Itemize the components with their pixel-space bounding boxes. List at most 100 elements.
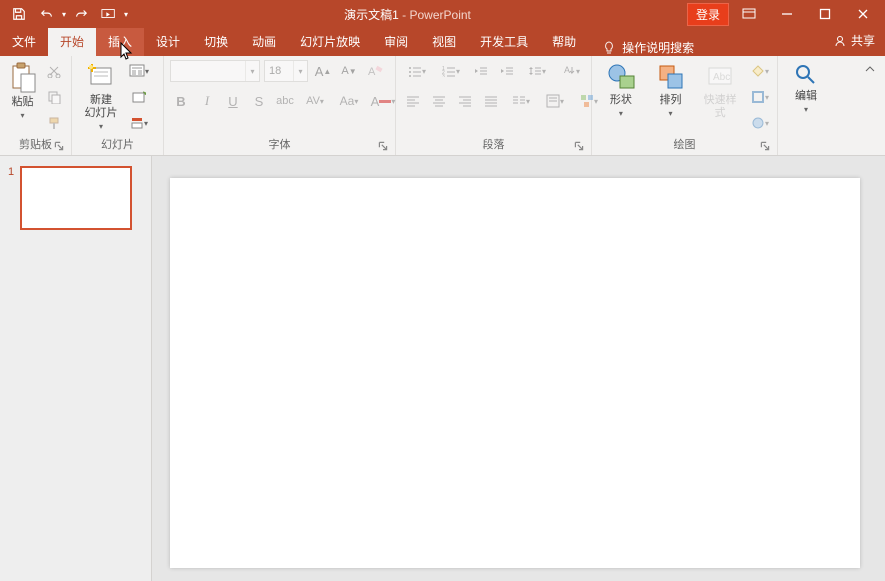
editing-button[interactable]: 编辑 ▾ (784, 60, 828, 114)
increase-indent-button[interactable] (496, 60, 518, 82)
character-spacing-button[interactable]: AV▾ (300, 90, 330, 112)
bullets-button[interactable]: ▾ (402, 60, 432, 82)
group-font-label: 字体 (170, 134, 389, 155)
ribbon-display-options-button[interactable] (731, 0, 767, 28)
shape-fill-button[interactable]: ▾ (749, 60, 771, 82)
document-name: 演示文稿1 (344, 8, 399, 22)
increase-indent-icon (500, 65, 514, 77)
share-button[interactable]: 共享 (833, 32, 875, 49)
thumbnail-item[interactable]: 1 (8, 166, 143, 230)
minimize-button[interactable] (769, 0, 805, 28)
underline-button[interactable]: U (222, 90, 244, 112)
tab-file[interactable]: 文件 (0, 28, 48, 56)
align-right-icon (458, 95, 472, 107)
start-from-beginning-button[interactable] (96, 2, 122, 26)
ribbon-tabs: 文件 开始 插入 设计 切换 动画 幻灯片放映 审阅 视图 开发工具 帮助 操作… (0, 28, 885, 56)
close-button[interactable] (845, 0, 881, 28)
tab-view[interactable]: 视图 (420, 28, 468, 56)
tell-me-search[interactable]: 操作说明搜索 (602, 39, 694, 56)
decrease-font-size-button[interactable]: A▼ (338, 60, 360, 82)
paste-label: 粘贴 (12, 96, 34, 109)
columns-button[interactable]: ▾ (506, 90, 536, 112)
undo-dropdown[interactable]: ▾ (62, 10, 66, 19)
shapes-button[interactable]: 形状 ▾ (598, 60, 644, 118)
quick-styles-button[interactable]: Abc 快速样式 (697, 60, 743, 120)
numbering-icon: 123 (442, 65, 456, 77)
clipboard-dialog-launcher[interactable] (53, 140, 65, 152)
reset-icon (132, 90, 146, 104)
clear-formatting-button[interactable]: A (364, 60, 386, 82)
change-case-button[interactable]: Aa▾ (334, 90, 364, 112)
increase-font-size-button[interactable]: A▲ (312, 60, 334, 82)
text-shadow-button[interactable]: abc (274, 90, 296, 112)
paste-button[interactable]: 粘贴 ▾ (6, 60, 39, 120)
thumbnail-preview[interactable] (20, 166, 132, 230)
slide-canvas-pane[interactable] (152, 156, 885, 581)
shape-outline-icon (751, 90, 765, 104)
slide-thumbnails-pane[interactable]: 1 (0, 156, 152, 581)
tab-home[interactable]: 开始 (48, 28, 96, 56)
quick-styles-icon: Abc (705, 62, 735, 92)
align-right-button[interactable] (454, 90, 476, 112)
new-slide-button[interactable]: 新建 幻灯片 ▾ (78, 60, 124, 131)
clear-formatting-icon: A (367, 64, 383, 78)
tab-transitions[interactable]: 切换 (192, 28, 240, 56)
maximize-button[interactable] (807, 0, 843, 28)
layout-button[interactable]: ▾ (128, 60, 150, 82)
shape-effects-button[interactable]: ▾ (749, 112, 771, 134)
decrease-indent-button[interactable] (470, 60, 492, 82)
align-left-icon (406, 95, 420, 107)
line-spacing-button[interactable]: ▾ (522, 60, 552, 82)
align-left-button[interactable] (402, 90, 424, 112)
align-center-button[interactable] (428, 90, 450, 112)
convert-smartart-button[interactable]: ▾ (574, 90, 604, 112)
bold-button[interactable]: B (170, 90, 192, 112)
undo-button[interactable] (34, 2, 60, 26)
title-right-controls: 登录 (687, 0, 885, 28)
shape-outline-button[interactable]: ▾ (749, 86, 771, 108)
reset-button[interactable] (128, 86, 150, 108)
font-size-dropdown-icon: ▾ (293, 61, 307, 81)
login-button[interactable]: 登录 (687, 3, 729, 26)
svg-text:A: A (564, 65, 570, 75)
format-painter-icon (47, 116, 61, 130)
group-paragraph: ▾ 123▾ ▾ A▾ ▾ ▾ ▾ 段落 (396, 56, 592, 155)
paste-icon (9, 62, 37, 94)
tab-design[interactable]: 设计 (144, 28, 192, 56)
paragraph-dialog-launcher[interactable] (573, 140, 585, 152)
font-color-button[interactable]: A▾ (368, 90, 398, 112)
line-spacing-icon (528, 65, 542, 77)
slide[interactable] (170, 178, 860, 568)
text-direction-button[interactable]: A▾ (556, 60, 586, 82)
arrange-button[interactable]: 排列 ▾ (648, 60, 694, 118)
cut-button[interactable] (43, 60, 65, 82)
align-text-button[interactable]: ▾ (540, 90, 570, 112)
numbering-button[interactable]: 123▾ (436, 60, 466, 82)
group-drawing: 形状 ▾ 排列 ▾ Abc 快速样式 ▾ ▾ ▾ 绘图 (592, 56, 778, 155)
section-button[interactable]: ▾ (128, 112, 150, 134)
tab-slideshow[interactable]: 幻灯片放映 (288, 28, 372, 56)
lightbulb-icon (602, 41, 616, 55)
drawing-dialog-launcher[interactable] (759, 140, 771, 152)
tab-help[interactable]: 帮助 (540, 28, 588, 56)
tab-animations[interactable]: 动画 (240, 28, 288, 56)
find-icon (793, 62, 819, 88)
collapse-ribbon-button[interactable] (859, 58, 881, 80)
justify-button[interactable] (480, 90, 502, 112)
font-size-combo[interactable]: 18 ▾ (264, 60, 308, 82)
italic-button[interactable]: I (196, 90, 218, 112)
strikethrough-button[interactable]: S (248, 90, 270, 112)
copy-button[interactable] (43, 86, 65, 108)
arrange-dropdown-icon: ▾ (669, 109, 673, 118)
tab-insert[interactable]: 插入 (96, 28, 144, 56)
shape-fill-icon (751, 64, 765, 78)
save-button[interactable] (6, 2, 32, 26)
redo-button[interactable] (68, 2, 94, 26)
arrange-icon (656, 62, 686, 92)
font-name-combo[interactable]: ▾ (170, 60, 260, 82)
tab-review[interactable]: 审阅 (372, 28, 420, 56)
format-painter-button[interactable] (43, 112, 65, 134)
tab-developer[interactable]: 开发工具 (468, 28, 540, 56)
cut-icon (47, 64, 61, 78)
font-dialog-launcher[interactable] (377, 140, 389, 152)
